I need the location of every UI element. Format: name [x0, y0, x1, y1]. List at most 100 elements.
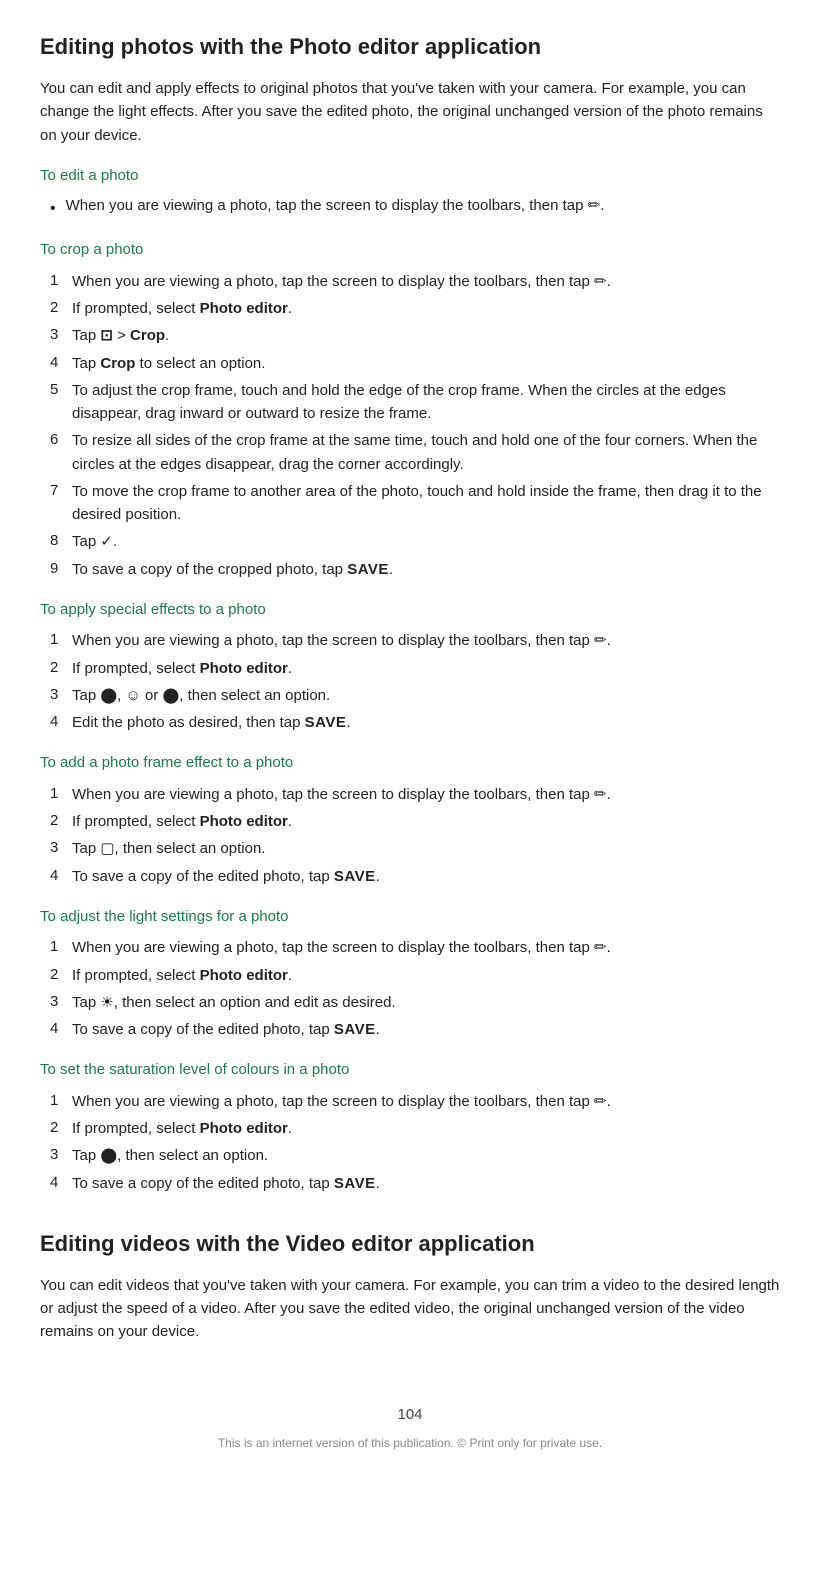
crop-step-8: Tap ✓.: [72, 530, 780, 553]
page-content: Editing photos with the Photo editor app…: [0, 0, 820, 1512]
subsection-title-effects: To apply special effects to a photo: [40, 599, 780, 622]
crop-step-5: To adjust the crop frame, touch and hold…: [72, 379, 780, 426]
crop-step-1: When you are viewing a photo, tap the sc…: [72, 270, 780, 293]
saturation-step-3: Tap ⬤, then select an option.: [72, 1144, 780, 1167]
table-row: 3 Tap ⬤, ☺ or ⬤, then select an option.: [50, 684, 780, 707]
table-row: 1 When you are viewing a photo, tap the …: [50, 270, 780, 293]
table-row: 3 Tap ⬤, then select an option.: [50, 1144, 780, 1167]
table-row: 6 To resize all sides of the crop frame …: [50, 429, 780, 476]
frame-step-4: To save a copy of the edited photo, tap …: [72, 865, 780, 888]
effects-step-1: When you are viewing a photo, tap the sc…: [72, 629, 780, 652]
step-number: 1: [50, 270, 72, 293]
light-step-3: Tap ☀, then select an option and edit as…: [72, 991, 780, 1014]
step-number: 2: [50, 297, 72, 320]
effects-step-3: Tap ⬤, ☺ or ⬤, then select an option.: [72, 684, 780, 707]
step-number: 3: [50, 991, 72, 1014]
list-item: • When you are viewing a photo, tap the …: [50, 195, 780, 221]
bullet-icon: •: [50, 197, 56, 221]
step-number: 5: [50, 379, 72, 402]
table-row: 2 If prompted, select Photo editor.: [50, 657, 780, 680]
light-step-2: If prompted, select Photo editor.: [72, 964, 780, 987]
step-number: 2: [50, 964, 72, 987]
crop-step-2: If prompted, select Photo editor.: [72, 297, 780, 320]
step-number: 4: [50, 1172, 72, 1195]
step-number: 1: [50, 1090, 72, 1113]
step-number: 6: [50, 429, 72, 452]
step-number: 8: [50, 530, 72, 553]
intro-paragraph: You can edit and apply effects to origin…: [40, 77, 780, 147]
step-number: 1: [50, 783, 72, 806]
table-row: 1 When you are viewing a photo, tap the …: [50, 629, 780, 652]
step-number: 2: [50, 810, 72, 833]
table-row: 2 If prompted, select Photo editor.: [50, 297, 780, 320]
subsection-title-light: To adjust the light settings for a photo: [40, 906, 780, 929]
step-number: 4: [50, 1018, 72, 1041]
edit-icon: ✏: [594, 632, 607, 649]
crop-step-4: Tap Crop to select an option.: [72, 352, 780, 375]
table-row: 2 If prompted, select Photo editor.: [50, 964, 780, 987]
step-number: 3: [50, 684, 72, 707]
edit-icon: ✏: [594, 786, 607, 803]
step-number: 7: [50, 480, 72, 503]
frame-step-3: Tap ▢, then select an option.: [72, 837, 780, 860]
step-number: 4: [50, 865, 72, 888]
frame-step-2: If prompted, select Photo editor.: [72, 810, 780, 833]
step-number: 2: [50, 1117, 72, 1140]
step-number: 4: [50, 352, 72, 375]
frame-step-1: When you are viewing a photo, tap the sc…: [72, 783, 780, 806]
table-row: 5 To adjust the crop frame, touch and ho…: [50, 379, 780, 426]
saturation-step-1: When you are viewing a photo, tap the sc…: [72, 1090, 780, 1113]
table-row: 2 If prompted, select Photo editor.: [50, 1117, 780, 1140]
table-row: 4 To save a copy of the edited photo, ta…: [50, 865, 780, 888]
frame-photo-list: 1 When you are viewing a photo, tap the …: [50, 783, 780, 888]
crop-step-6: To resize all sides of the crop frame at…: [72, 429, 780, 476]
step-number: 3: [50, 324, 72, 347]
step-number: 2: [50, 657, 72, 680]
table-row: 4 Tap Crop to select an option.: [50, 352, 780, 375]
table-row: 1 When you are viewing a photo, tap the …: [50, 1090, 780, 1113]
table-row: 4 Edit the photo as desired, then tap SA…: [50, 711, 780, 734]
table-row: 1 When you are viewing a photo, tap the …: [50, 783, 780, 806]
subsection-title-crop: To crop a photo: [40, 239, 780, 262]
second-intro-paragraph: You can edit videos that you've taken wi…: [40, 1274, 780, 1344]
step-number: 1: [50, 629, 72, 652]
subsection-title-frame: To add a photo frame effect to a photo: [40, 752, 780, 775]
edit-icon: ✏: [594, 939, 607, 956]
edit-step-1: When you are viewing a photo, tap the sc…: [66, 195, 605, 218]
edit-photo-list: • When you are viewing a photo, tap the …: [50, 195, 780, 221]
footer-note: This is an internet version of this publ…: [40, 1434, 780, 1452]
saturation-step-2: If prompted, select Photo editor.: [72, 1117, 780, 1140]
edit-icon: ✏: [594, 1093, 607, 1110]
saturation-step-4: To save a copy of the edited photo, tap …: [72, 1172, 780, 1195]
table-row: 1 When you are viewing a photo, tap the …: [50, 936, 780, 959]
step-number: 3: [50, 1144, 72, 1167]
crop-step-9: To save a copy of the cropped photo, tap…: [72, 558, 780, 581]
second-section-title: Editing videos with the Video editor app…: [40, 1227, 780, 1260]
light-photo-list: 1 When you are viewing a photo, tap the …: [50, 936, 780, 1041]
edit-icon: ✏: [594, 273, 607, 290]
page-number: 104: [40, 1404, 780, 1427]
main-title: Editing photos with the Photo editor app…: [40, 30, 780, 63]
step-number: 4: [50, 711, 72, 734]
step-number: 3: [50, 837, 72, 860]
table-row: 4 To save a copy of the edited photo, ta…: [50, 1018, 780, 1041]
saturation-photo-list: 1 When you are viewing a photo, tap the …: [50, 1090, 780, 1195]
subsection-title-edit: To edit a photo: [40, 165, 780, 188]
table-row: 7 To move the crop frame to another area…: [50, 480, 780, 527]
light-step-4: To save a copy of the edited photo, tap …: [72, 1018, 780, 1041]
table-row: 4 To save a copy of the edited photo, ta…: [50, 1172, 780, 1195]
crop-photo-list: 1 When you are viewing a photo, tap the …: [50, 270, 780, 581]
page-footer: 104 This is an internet version of this …: [40, 1404, 780, 1453]
table-row: 9 To save a copy of the cropped photo, t…: [50, 558, 780, 581]
effects-photo-list: 1 When you are viewing a photo, tap the …: [50, 629, 780, 734]
table-row: 3 Tap ☀, then select an option and edit …: [50, 991, 780, 1014]
effects-step-4: Edit the photo as desired, then tap SAVE…: [72, 711, 780, 734]
crop-step-3: Tap ⊡ > Crop.: [72, 324, 780, 347]
light-step-1: When you are viewing a photo, tap the sc…: [72, 936, 780, 959]
effects-step-2: If prompted, select Photo editor.: [72, 657, 780, 680]
table-row: 8 Tap ✓.: [50, 530, 780, 553]
edit-icon: ✏: [588, 197, 601, 214]
table-row: 2 If prompted, select Photo editor.: [50, 810, 780, 833]
table-row: 3 Tap ▢, then select an option.: [50, 837, 780, 860]
step-number: 1: [50, 936, 72, 959]
